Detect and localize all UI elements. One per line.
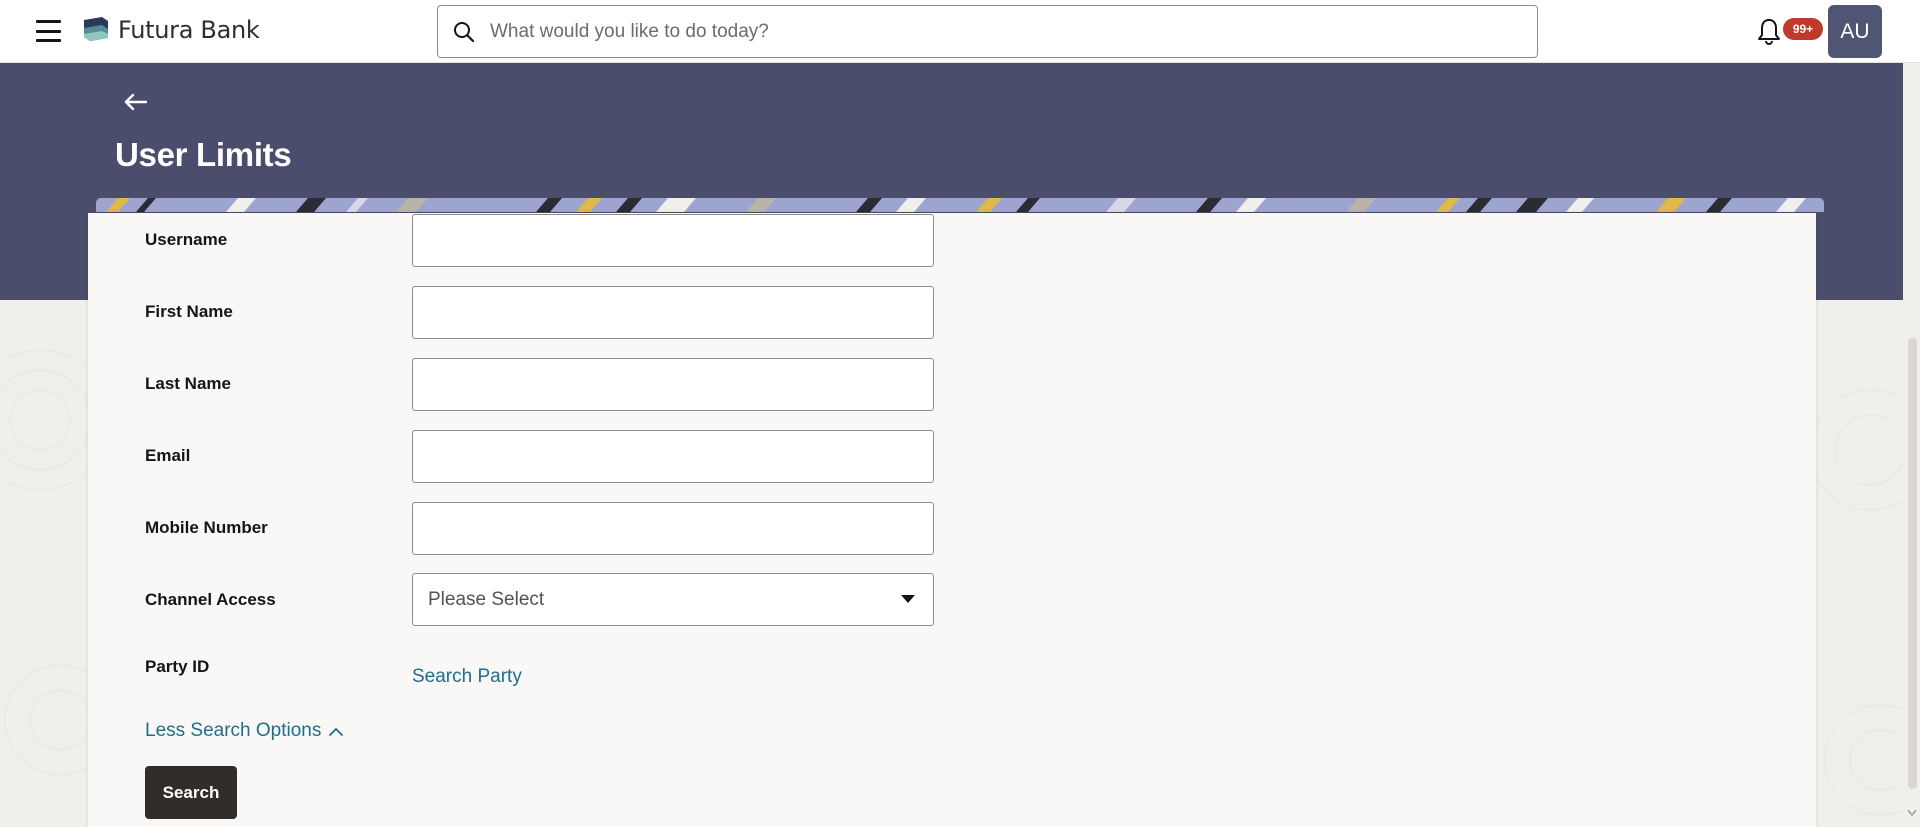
channel-access-label: Channel Access	[145, 590, 276, 609]
scrollbar-thumb[interactable]	[1908, 338, 1917, 789]
email-input[interactable]	[413, 431, 933, 482]
bell-icon[interactable]	[1755, 16, 1783, 46]
notification-badge[interactable]: 99+	[1783, 18, 1823, 40]
global-search-box[interactable]	[437, 5, 1538, 58]
user-avatar[interactable]: AU	[1828, 5, 1882, 58]
party-id-label: Party ID	[145, 657, 210, 676]
bank-logo-icon	[84, 17, 108, 41]
channel-access-select[interactable]: Please Select	[412, 573, 934, 626]
username-label: Username	[145, 230, 228, 249]
back-arrow-icon[interactable]	[122, 90, 150, 114]
decorative-banner-strip	[96, 198, 1824, 212]
username-input[interactable]	[413, 215, 933, 266]
page-title: User Limits	[115, 136, 292, 173]
brand-name: Futura Bank	[118, 16, 260, 44]
search-form-card: Username First Name Last Name Email Mobi…	[88, 213, 1816, 827]
first-name-input[interactable]	[413, 287, 933, 338]
top-navigation-bar: Futura Bank 99+ AU	[0, 0, 1920, 63]
search-icon	[454, 21, 475, 42]
email-label: Email	[145, 446, 191, 465]
first-name-label: First Name	[145, 302, 233, 321]
mobile-number-input[interactable]	[413, 503, 933, 554]
chevron-down-icon	[901, 595, 915, 603]
first-name-field[interactable]	[412, 286, 934, 339]
search-party-link[interactable]: Search Party	[412, 666, 522, 688]
mobile-number-field[interactable]	[412, 502, 934, 555]
email-field[interactable]	[412, 430, 934, 483]
less-search-options-label: Less Search Options	[145, 720, 322, 741]
page-scrollbar[interactable]	[1903, 63, 1920, 827]
chevron-up-icon	[329, 727, 344, 736]
last-name-input[interactable]	[413, 359, 933, 410]
less-search-options-toggle[interactable]: Less Search Options	[145, 720, 344, 742]
brand-logo[interactable]: Futura Bank	[82, 16, 260, 44]
scroll-down-arrow-icon[interactable]	[1907, 809, 1917, 817]
last-name-label: Last Name	[145, 374, 231, 393]
channel-access-selected-value: Please Select	[428, 589, 545, 610]
username-field[interactable]	[412, 214, 934, 267]
menu-icon[interactable]	[36, 20, 61, 42]
mobile-number-label: Mobile Number	[145, 518, 268, 537]
global-search-input[interactable]	[490, 20, 1537, 43]
search-button[interactable]: Search	[145, 766, 237, 819]
last-name-field[interactable]	[412, 358, 934, 411]
